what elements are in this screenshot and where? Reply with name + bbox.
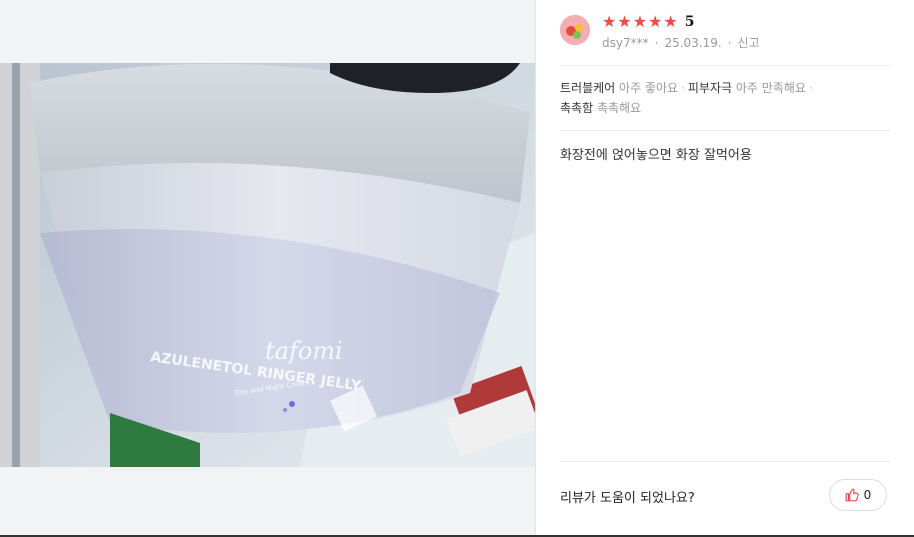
- product-photo-image: tafomi AZULENETOL RINGER JELLY Day and N…: [0, 63, 535, 467]
- avatar-image: [560, 15, 590, 45]
- separator-dot: ·: [727, 36, 732, 50]
- divider: [560, 130, 890, 131]
- attribute-label: 트러블케어: [560, 81, 616, 95]
- avatar[interactable]: [560, 15, 590, 45]
- attribute-label: 촉촉함: [560, 101, 594, 115]
- thumbs-up-icon: [845, 488, 859, 502]
- username: dsy7***: [602, 36, 649, 50]
- review-text: 화장전에 얹어놓으면 화장 잘먹어용: [560, 148, 752, 163]
- attribute-value: 아주 만족해요: [735, 81, 806, 95]
- star-icon: ★: [648, 12, 663, 31]
- separator-dot: ·: [681, 81, 685, 95]
- review-photo[interactable]: tafomi AZULENETOL RINGER JELLY Day and N…: [0, 63, 535, 467]
- helpful-question: 리뷰가 도움이 되었나요?: [560, 491, 695, 506]
- attribute-label: 피부자극: [687, 81, 733, 95]
- star-icon: ★: [663, 12, 678, 31]
- review-detail-panel: ★ ★ ★ ★ ★ 5 dsy7*** · 25.03.19. · 신고 트러블케어 아…: [536, 0, 914, 535]
- rating: ★ ★ ★ ★ ★ 5: [602, 13, 694, 31]
- rating-score: 5: [684, 14, 695, 30]
- separator-dot: ·: [808, 81, 813, 95]
- star-icon: ★: [632, 12, 648, 31]
- review-meta: dsy7*** · 25.03.19. · 신고: [602, 34, 760, 51]
- divider: [560, 461, 890, 462]
- review-photo-panel: tafomi AZULENETOL RINGER JELLY Day and N…: [0, 0, 535, 537]
- separator-dot: ·: [654, 36, 659, 50]
- review-attributes: 트러블케어 아주 좋아요 · 피부자극 아주 만족해요 · 촉촉함 촉촉해요: [560, 78, 860, 118]
- photo-brand-text: tafomi: [265, 337, 343, 365]
- review-date: 25.03.19.: [664, 36, 722, 50]
- report-link[interactable]: 신고: [738, 36, 760, 50]
- star-icon: ★: [602, 12, 617, 31]
- attribute-value: 아주 좋아요: [619, 81, 679, 95]
- like-button[interactable]: 0: [829, 479, 887, 511]
- star-icon: ★: [617, 12, 632, 31]
- attribute-value: 촉촉해요: [596, 101, 642, 115]
- like-count: 0: [863, 488, 872, 502]
- divider: [560, 65, 890, 66]
